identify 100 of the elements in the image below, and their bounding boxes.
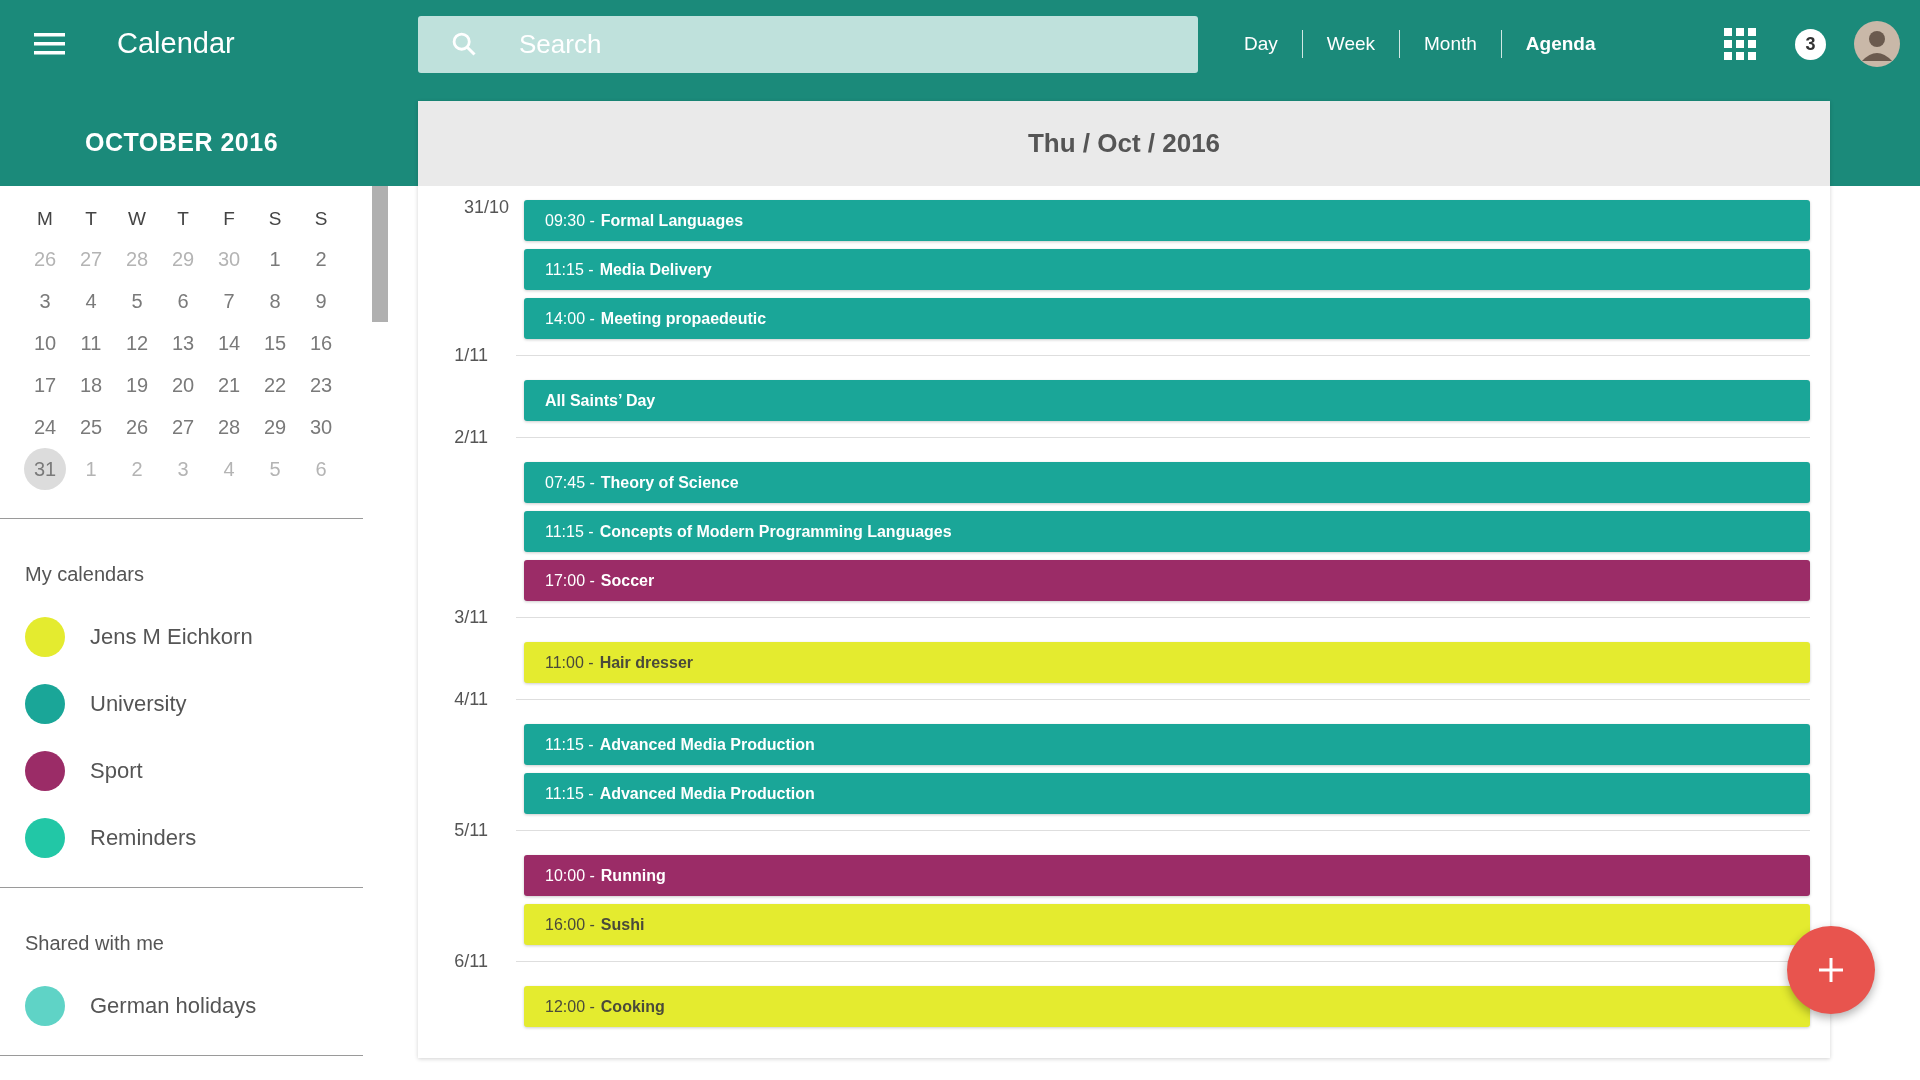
event-bar[interactable]: 17:00 - Soccer (524, 560, 1810, 601)
day-number[interactable]: 18 (70, 364, 112, 406)
event-time: 16:00 - (545, 914, 595, 935)
calendar-name[interactable]: University (90, 687, 187, 720)
event-bar[interactable]: All Saints’ Day (524, 380, 1810, 421)
event-title: Soccer (600, 570, 655, 591)
day-number[interactable]: 5 (116, 280, 158, 322)
day-number[interactable]: 15 (254, 322, 296, 364)
day-number[interactable]: 25 (70, 406, 112, 448)
agenda-date-title: Thu / Oct / 2016 (1027, 127, 1221, 160)
day-number[interactable]: 28 (208, 406, 250, 448)
agenda-date: 5/11 (453, 819, 488, 842)
day-number[interactable]: 10 (24, 322, 66, 364)
event-title: Media Delivery (599, 259, 712, 280)
event-time: 11:15 - (545, 734, 594, 755)
event-bar[interactable]: 10:00 - Running (524, 855, 1810, 896)
event-time: 17:00 - (545, 570, 595, 591)
add-event-button[interactable] (1787, 926, 1875, 1014)
calendar-name[interactable]: German holidays (90, 989, 257, 1022)
event-bar[interactable]: 09:30 - Formal Languages (524, 200, 1810, 241)
avatar-icon[interactable] (1854, 21, 1900, 67)
event-title: Formal Languages (600, 210, 744, 231)
view-tab[interactable]: Week (1302, 29, 1400, 59)
day-number[interactable]: 29 (254, 406, 296, 448)
agenda-date: 3/11 (453, 606, 488, 629)
month-title: OCTOBER 2016 (84, 127, 279, 159)
agenda-date: 6/11 (453, 950, 488, 973)
day-number[interactable]: 13 (162, 322, 204, 364)
weekday-label: T (176, 206, 190, 231)
calendar-name[interactable]: Jens M Eichkorn (90, 620, 253, 653)
event-bar[interactable]: 16:00 - Sushi (524, 904, 1810, 945)
day-number[interactable]: 16 (300, 322, 342, 364)
day-number[interactable]: 24 (24, 406, 66, 448)
day-number[interactable]: 6 (162, 280, 204, 322)
menu-icon[interactable] (34, 32, 65, 56)
day-number[interactable]: 7 (208, 280, 250, 322)
day-number[interactable]: 26 (116, 406, 158, 448)
day-number[interactable]: 9 (300, 280, 342, 322)
day-number[interactable]: 4 (70, 280, 112, 322)
event-bar[interactable]: 07:45 - Theory of Science (524, 462, 1810, 503)
event-bar[interactable]: 11:15 - Advanced Media Production (524, 724, 1810, 765)
event-time: 11:15 - (545, 259, 594, 280)
event-bar[interactable]: 11:15 - Advanced Media Production (524, 773, 1810, 814)
event-bar[interactable]: 11:00 - Hair dresser (524, 642, 1810, 683)
event-bar[interactable]: 11:15 - Media Delivery (524, 249, 1810, 290)
event-bar[interactable]: 14:00 - Meeting propaedeutic (524, 298, 1810, 339)
day-number[interactable]: 31 (24, 448, 66, 490)
event-time: 10:00 - (545, 865, 595, 886)
event-title: Theory of Science (600, 472, 739, 493)
event-title: All Saints’ Day (545, 390, 656, 411)
calendar-name[interactable]: Sport (90, 754, 143, 787)
day-number[interactable]: 14 (208, 322, 250, 364)
event-time: 11:00 - (545, 652, 594, 673)
event-title: Concepts of Modern Programming Languages (599, 521, 952, 542)
event-title: Cooking (600, 996, 665, 1017)
event-title: Sushi (600, 914, 645, 935)
weekday-label: S (267, 206, 283, 231)
section-title: Shared with me (25, 932, 164, 954)
view-tab[interactable]: Agenda (1501, 29, 1620, 59)
event-time: 11:15 - (545, 783, 594, 804)
apps-grid-icon[interactable] (1724, 28, 1756, 60)
calendar-name[interactable]: Reminders (90, 821, 197, 854)
event-time: 12:00 - (545, 996, 595, 1017)
weekday-label: W (127, 206, 147, 231)
view-tab[interactable]: Month (1400, 29, 1501, 59)
day-number[interactable]: 19 (116, 364, 158, 406)
event-bar[interactable]: 12:00 - Cooking (524, 986, 1810, 1027)
day-number[interactable]: 3 (24, 280, 66, 322)
day-number[interactable]: 21 (208, 364, 250, 406)
weekday-label: S (313, 206, 329, 231)
scrollbar-thumb[interactable] (372, 186, 388, 322)
search-field[interactable]: Search (418, 15, 1198, 73)
agenda-date: 1/11 (453, 344, 488, 367)
day-number[interactable]: 22 (254, 364, 296, 406)
agenda-date: 31/10 (463, 196, 509, 219)
event-title: Meeting propaedeutic (600, 308, 767, 329)
section-title: My calendars (25, 563, 144, 585)
day-number[interactable]: 17 (24, 364, 66, 406)
day-number[interactable]: 8 (254, 280, 296, 322)
plus-icon (1819, 958, 1843, 982)
day-number[interactable]: 1 (254, 238, 296, 280)
agenda-date: 2/11 (453, 426, 488, 449)
event-time: 09:30 - (545, 210, 595, 231)
day-number[interactable]: 23 (300, 364, 342, 406)
event-time: 14:00 - (545, 308, 595, 329)
weekday-label: F (222, 206, 236, 231)
event-time: 11:15 - (545, 521, 594, 542)
weekday-label: M (36, 206, 54, 231)
day-number[interactable]: 2 (300, 238, 342, 280)
event-title: Hair dresser (599, 652, 693, 673)
day-number[interactable]: 12 (116, 322, 158, 364)
event-title: Advanced Media Production (599, 783, 815, 804)
event-bar[interactable]: 11:15 - Concepts of Modern Programming Languages (524, 511, 1810, 552)
day-number[interactable]: 11 (70, 322, 112, 364)
day-number[interactable]: 30 (300, 406, 342, 448)
view-tab[interactable]: Day (1220, 29, 1302, 59)
event-time: 07:45 - (545, 472, 595, 493)
event-title: Running (600, 865, 666, 886)
day-number[interactable]: 20 (162, 364, 204, 406)
day-number[interactable]: 27 (162, 406, 204, 448)
